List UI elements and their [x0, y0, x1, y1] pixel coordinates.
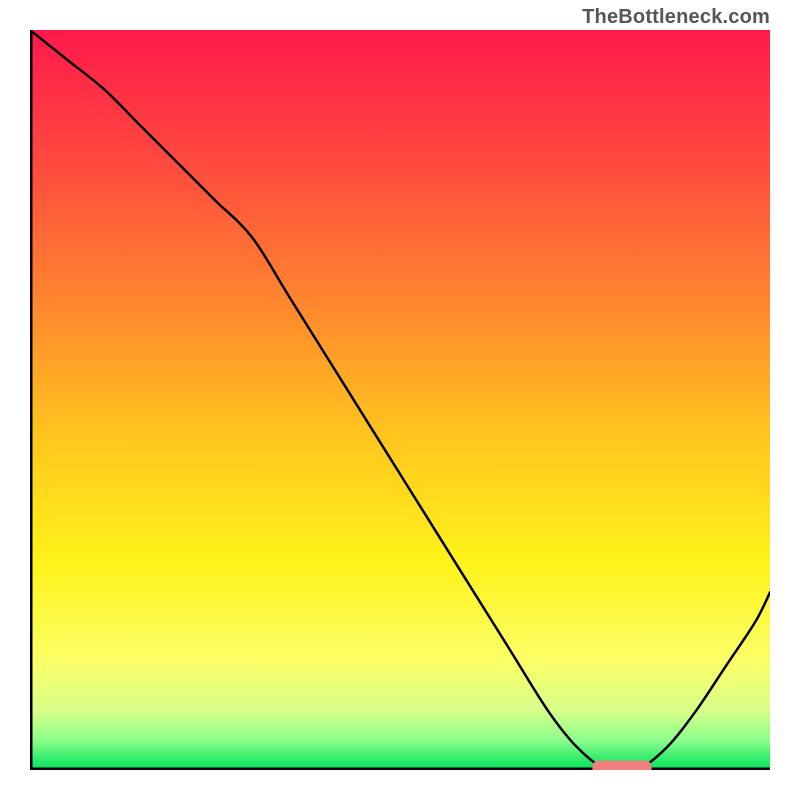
- attribution-text: TheBottleneck.com: [582, 6, 770, 29]
- gradient-background: [30, 30, 770, 770]
- plot-area: [30, 30, 770, 770]
- chart-frame: TheBottleneck.com: [0, 0, 800, 800]
- highlight-marker: [592, 761, 651, 770]
- chart-svg: [30, 30, 770, 770]
